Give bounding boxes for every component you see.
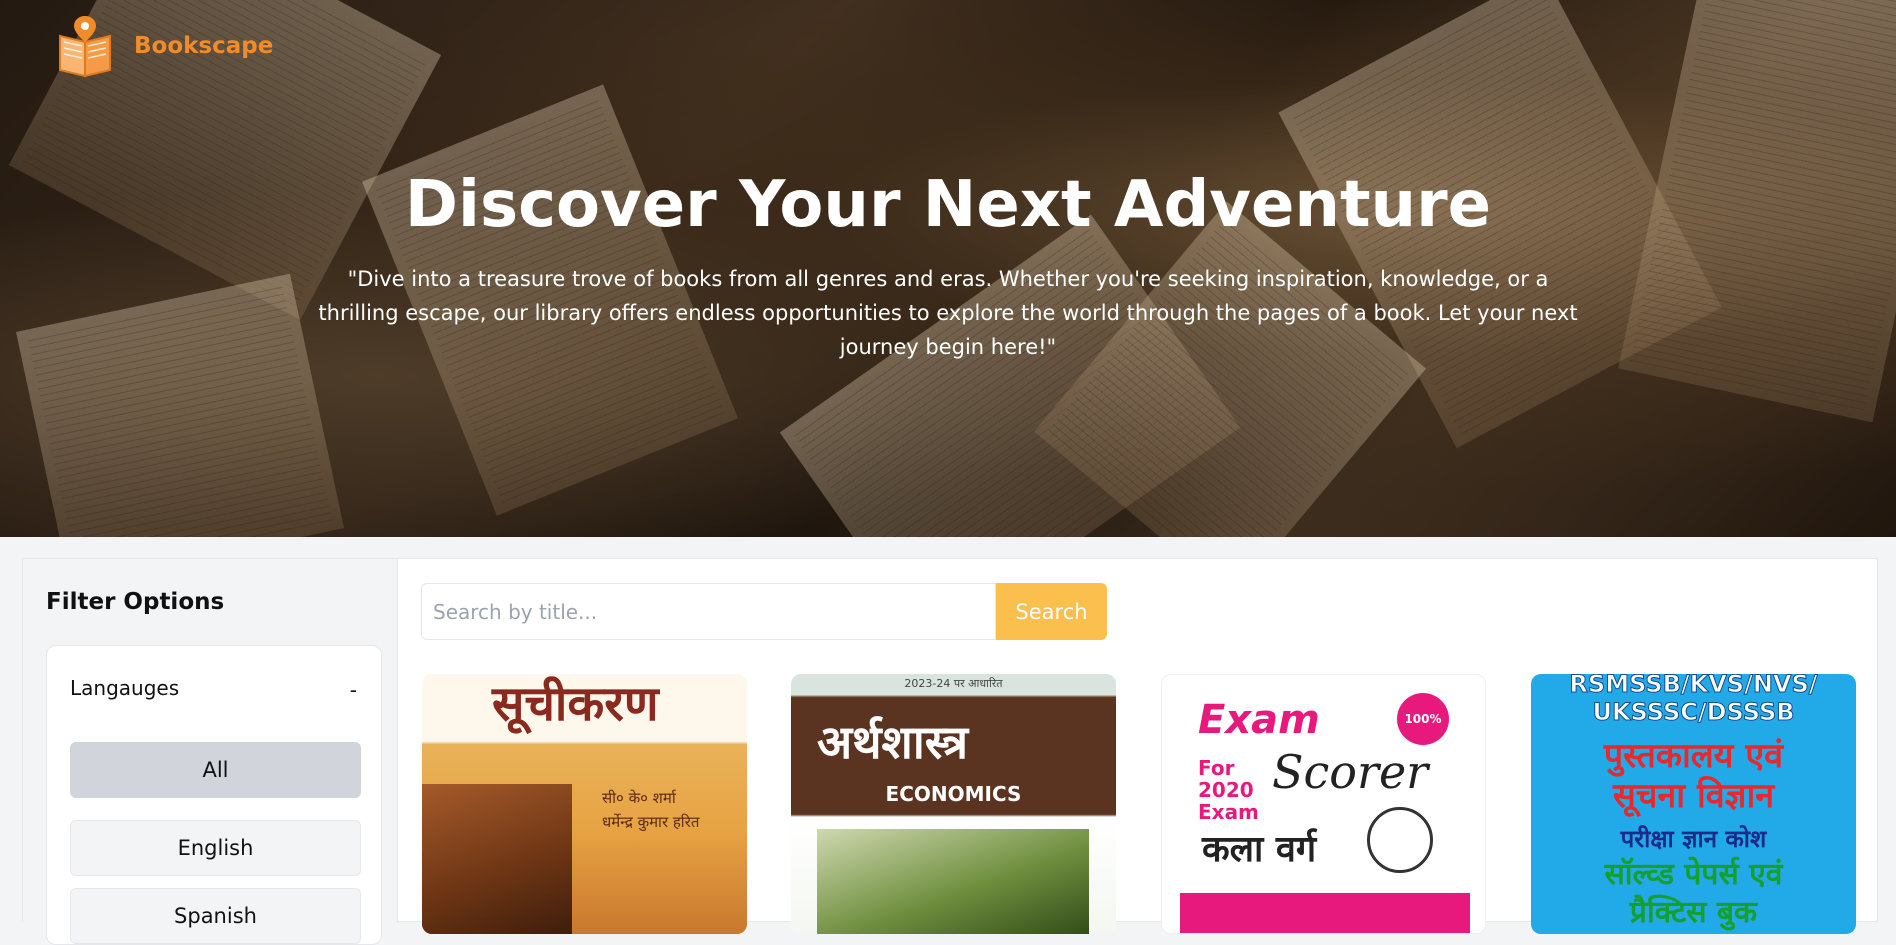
cover-decoration [1180, 893, 1470, 933]
search-input[interactable] [421, 583, 996, 640]
book-cover-subtitle: Scorer [1272, 745, 1429, 799]
language-option-spanish[interactable]: Spanish [70, 888, 361, 944]
brand-name: Bookscape [134, 33, 274, 59]
language-option-all[interactable]: All [70, 742, 361, 798]
book-cover-subtitle: परीक्षा ज्ञान कोश [1620, 825, 1767, 853]
language-filter-card: Langauges - All English Spanish [46, 645, 382, 945]
filter-title: Filter Options [46, 589, 225, 615]
open-book-location-pin-icon [56, 14, 114, 78]
book-cover-title: पुस्तकालय एवं सूचना विज्ञान [1603, 736, 1784, 816]
hero-title: Discover Your Next Adventure [404, 168, 1492, 242]
book-cover-title: अर्थशास्त्र [817, 715, 969, 769]
book-cover-tagline: 2023-24 पर आधारित [904, 677, 1003, 690]
cover-illustration [422, 784, 572, 934]
book-cover-tagline: सॉल्व्ड पेपर्स एवं प्रैक्टिस बुक [1604, 857, 1783, 930]
book-page-decoration [16, 273, 344, 537]
globe-icon [1367, 807, 1433, 873]
book-card[interactable]: सूचीकरण सी० के० शर्मा धर्मेन्द्र कुमार ह… [422, 674, 747, 934]
book-cover-author: सी० के० शर्मा धर्मेन्द्र कुमार हरित [602, 789, 700, 831]
book-cover-title: Exam [1198, 697, 1320, 743]
brand-logo[interactable]: Bookscape [56, 14, 273, 78]
book-cover-year: For 2020 Exam [1198, 756, 1259, 824]
collapse-toggle[interactable]: - [350, 678, 357, 702]
cover-illustration [817, 829, 1089, 934]
hero-subtitle: "Dive into a treasure trove of books fro… [318, 267, 1578, 359]
search-button[interactable]: Search [996, 583, 1107, 640]
book-cover-exams: RSMSSB/KVS/NVS/ UKSSSC/DSSSB [1569, 674, 1818, 727]
book-card[interactable]: RSMSSB/KVS/NVS/ UKSSSC/DSSSB पुस्तकालय ए… [1531, 674, 1856, 934]
language-section-label: Langauges [70, 676, 180, 700]
filter-sidebar: Filter Options Langauges - All English S… [23, 559, 398, 945]
catalog-panel: Filter Options Langauges - All English S… [22, 558, 1878, 945]
book-cover-subtitle: ECONOMICS [885, 782, 1022, 806]
book-card[interactable]: 2023-24 पर आधारित अर्थशास्त्र ECONOMICS [791, 674, 1116, 934]
hero-banner: Bookscape Discover Your Next Adventure "… [0, 0, 1896, 537]
book-cover-stream: कला वर्ग [1202, 829, 1317, 870]
cover-badge: 100% [1397, 693, 1449, 745]
book-card[interactable]: Exam 100% For 2020 Exam Scorer कला वर्ग [1161, 674, 1486, 934]
book-cover-title: सूचीकरण [492, 676, 659, 732]
language-option-english[interactable]: English [70, 820, 361, 876]
